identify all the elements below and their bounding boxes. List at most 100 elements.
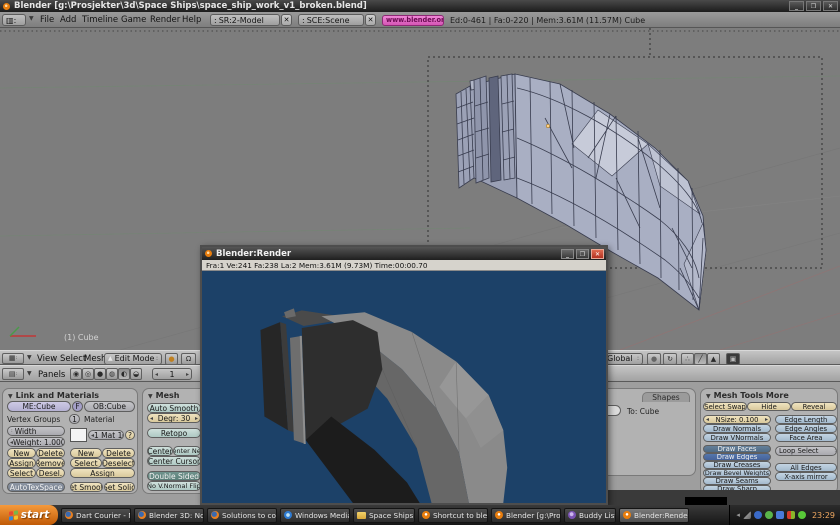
material-select-button[interactable]: Select (70, 458, 102, 468)
menu-panels[interactable]: Panels (38, 370, 65, 380)
vgroup-deselect-button[interactable]: Desel. (36, 468, 65, 478)
taskbar-item-solutions[interactable]: Solutions to commo... (207, 507, 277, 523)
scene-selector[interactable]: : SCE:Scene (298, 14, 364, 26)
context-shading-icon[interactable]: ● (94, 368, 106, 380)
draw-faces-toggle[interactable]: Draw Faces (703, 445, 771, 453)
menu-help[interactable]: Help (182, 15, 201, 25)
taskbar-item-buddy-list[interactable]: Buddy List (564, 507, 616, 523)
draw-vnormals-toggle[interactable]: Draw VNormals (703, 433, 771, 442)
menu-view[interactable]: View (37, 354, 57, 364)
edge-select-mode-icon[interactable]: ╱ (694, 352, 707, 365)
material-new-button[interactable]: New (70, 448, 102, 458)
mode-dropdown[interactable]: ▲ Edit Mode: (104, 352, 162, 365)
draw-type-dropdown[interactable]: ● (165, 352, 178, 365)
face-select-mode-icon[interactable]: ▲ (707, 352, 720, 365)
panel-collapse-icon[interactable]: ▼ (8, 393, 13, 400)
volume-icon[interactable] (742, 511, 751, 519)
panel-title[interactable]: ▼ Mesh Tools More (706, 391, 789, 400)
minimize-button[interactable]: _ (789, 1, 804, 11)
spinner-right-icon[interactable]: ▸ (122, 432, 123, 439)
header-collapse-icon[interactable]: ▼ (29, 15, 34, 22)
vgroup-new-button[interactable]: New (7, 448, 36, 458)
draw-seams-toggle[interactable]: Draw Seams (703, 477, 771, 485)
render-window-titlebar[interactable]: Blender:Render _ ❐ ✕ (202, 247, 606, 260)
safely-remove-icon[interactable] (797, 511, 806, 519)
material-deselect-button[interactable]: Deselect (102, 458, 135, 468)
proportional-edit-icon[interactable]: Ω (181, 352, 196, 365)
spinner-left-icon[interactable]: ◂ (155, 371, 158, 378)
set-solid-button[interactable]: Set Solid (104, 482, 135, 492)
vgroup-assign-button[interactable]: Assign (7, 458, 36, 468)
x-axis-mirror-toggle[interactable]: X-axis mirror (775, 472, 837, 481)
set-smooth-button[interactable]: Set Smooth (70, 482, 103, 492)
material-index-field[interactable]: 1 (69, 414, 80, 424)
weight-slider[interactable]: ◂Weight: 1.000▸ (7, 437, 65, 447)
context-editing-icon[interactable]: ◐ (118, 368, 130, 380)
taskbar-item-shortcut-blender[interactable]: Shortcut to blender (418, 507, 488, 523)
menu-select[interactable]: Select (60, 354, 86, 364)
scene-delete-button[interactable]: ✕ (365, 14, 376, 26)
context-logic-icon[interactable]: ◉ (70, 368, 82, 380)
screen-delete-button[interactable]: ✕ (281, 14, 292, 26)
vertex-group-dropdown[interactable]: : Width (7, 426, 65, 436)
draw-creases-toggle[interactable]: Draw Creases (703, 461, 771, 469)
double-sided-toggle[interactable]: Double Sided (147, 471, 201, 481)
loop-select-dropdown[interactable]: Loop Select: (775, 446, 837, 456)
vertex-select-mode-icon[interactable]: ∴ (681, 352, 694, 365)
panel-collapse-icon[interactable]: ▼ (148, 393, 153, 400)
taskbar-item-dart-courier[interactable]: Dart Courier - Mozil... (61, 507, 131, 523)
network-icon[interactable] (753, 511, 762, 519)
center-button[interactable]: Center (147, 446, 173, 456)
context-scene-icon[interactable]: ◒ (130, 368, 142, 380)
maximize-button[interactable]: ❐ (576, 248, 589, 259)
window-titlebar[interactable]: Blender [g:\Prosjekter\3d\Space Ships\sp… (0, 0, 840, 12)
slider-right-icon[interactable]: ▸ (765, 416, 768, 423)
material-help-button[interactable]: ? (125, 430, 135, 440)
maximize-button[interactable]: ❐ (806, 1, 821, 11)
slider-left-icon[interactable]: ◂ (706, 416, 709, 423)
vgroup-remove-button[interactable]: Remove (36, 458, 65, 468)
material-delete-button[interactable]: Delete (102, 448, 135, 458)
screen-selector[interactable]: : SR:2-Model (210, 14, 280, 26)
select-swap-button[interactable]: Select Swap (703, 402, 747, 411)
slider-right-icon[interactable]: ▸ (195, 415, 198, 422)
close-button[interactable]: ✕ (591, 248, 604, 259)
rotate-view-icon[interactable]: ↻ (663, 352, 677, 365)
menu-timeline[interactable]: Timeline (82, 15, 118, 25)
material-assign-button[interactable]: Assign (70, 468, 135, 478)
edge-length-toggle[interactable]: Edge Length (775, 415, 837, 424)
taskbar-item-blender-main[interactable]: Blender [g:\Prosjek... (491, 507, 561, 523)
render-window[interactable]: Blender:Render _ ❐ ✕ Fra:1 Ve:241 Fa:238… (200, 245, 608, 505)
menu-file[interactable]: File (40, 15, 54, 25)
draw-normals-toggle[interactable]: Draw Normals (703, 424, 771, 433)
nsize-slider[interactable]: ◂ NSize: 0.100 ▸ (703, 415, 771, 424)
menu-add[interactable]: Add (60, 15, 76, 25)
autotexspace-toggle[interactable]: AutoTexSpace (7, 482, 65, 492)
editor-type-selector[interactable]: ▤: (2, 368, 24, 380)
context-script-icon[interactable]: ◎ (82, 368, 94, 380)
material-slot-spinner[interactable]: ◂1 Mat 1▸ (88, 430, 124, 440)
taskbar-clock[interactable]: 23:29 (812, 511, 835, 520)
slider-left-icon[interactable]: ◂ (150, 415, 153, 422)
panel-title[interactable]: ▼ Link and Materials (8, 391, 99, 400)
menu-game[interactable]: Game (121, 15, 146, 25)
context-object-icon[interactable]: ◍ (106, 368, 118, 380)
blender-version-button[interactable]: www.blender.org 246 (382, 14, 444, 26)
edge-angles-toggle[interactable]: Edge Angles (775, 424, 837, 433)
draw-bevel-weights-toggle[interactable]: Draw Bevel Weights (703, 469, 771, 477)
header-collapse-icon[interactable]: ▼ (27, 354, 32, 361)
taskbar-item-space-ships[interactable]: Space Ships (353, 507, 415, 523)
center-new-button[interactable]: Center New (173, 446, 201, 456)
degr-slider[interactable]: ◂ Degr: 30 ▸ (147, 413, 201, 423)
mesh-name-field[interactable]: ME:Cube (7, 401, 71, 412)
spinner-right-icon[interactable]: ▸ (186, 371, 189, 378)
menu-render[interactable]: Render (150, 15, 180, 25)
retopo-toggle[interactable]: Retopo (147, 428, 201, 438)
close-button[interactable]: ✕ (823, 1, 838, 11)
taskbar-item-blender-render[interactable]: Blender:Render (619, 507, 689, 523)
messenger-icon[interactable] (764, 511, 773, 519)
render-preview-icon[interactable]: ▣ (726, 352, 740, 365)
taskbar-item-blender-noob[interactable]: Blender 3D: Noob t... (134, 507, 204, 523)
no-vnormal-flip-toggle[interactable]: No V.Normal Flip (147, 481, 201, 491)
minimize-button[interactable]: _ (561, 248, 574, 259)
